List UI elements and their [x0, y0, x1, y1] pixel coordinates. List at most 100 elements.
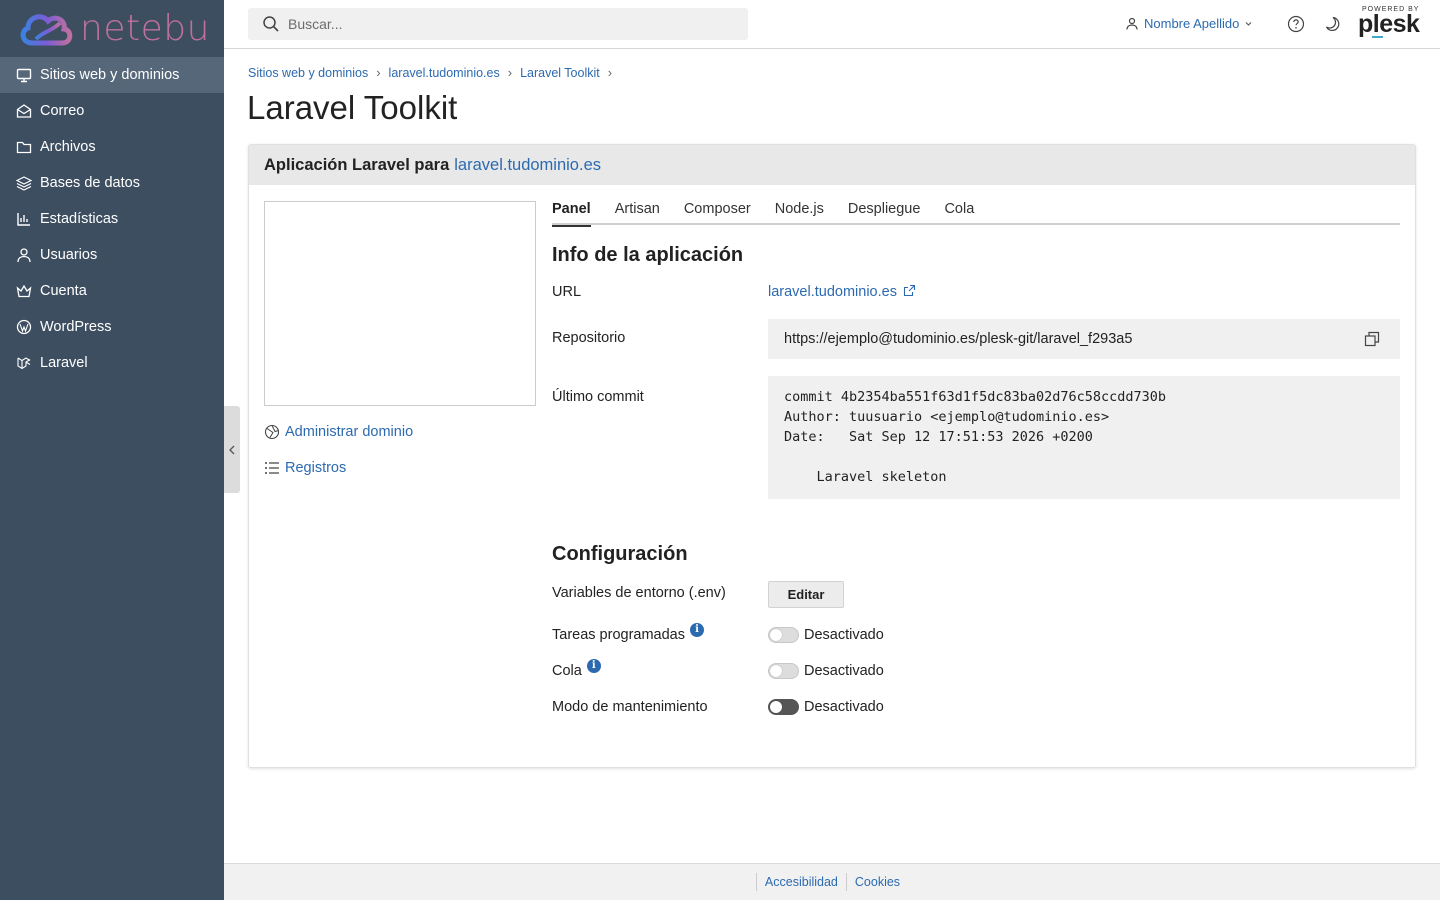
- brand-logo[interactable]: netebu: [0, 0, 224, 57]
- repo-field: https://ejemplo@tudominio.es/plesk-git/l…: [768, 319, 1400, 359]
- copy-icon[interactable]: [1364, 331, 1380, 347]
- logs-label: Registros: [285, 460, 347, 476]
- tab-panel[interactable]: Panel: [552, 201, 591, 227]
- sidebar-item-users[interactable]: Usuarios: [0, 237, 224, 273]
- toggle-knob: [770, 629, 782, 641]
- sidebar-collapse-button[interactable]: [224, 406, 240, 493]
- sidebar-item-label: Correo: [40, 103, 85, 119]
- help-icon: [1287, 15, 1305, 33]
- chevron-right-icon: ›: [507, 65, 513, 80]
- card-header-prefix: Aplicación Laravel para: [264, 155, 450, 174]
- sidebar-item-label: Bases de datos: [40, 175, 140, 191]
- maintenance-label: Modo de mantenimiento: [552, 699, 708, 715]
- scheduled-tasks-text: Tareas programadas: [552, 627, 685, 643]
- tab-deployment[interactable]: Despliegue: [848, 201, 921, 225]
- sidebar-item-laravel[interactable]: Laravel: [0, 345, 224, 381]
- folder-icon: [16, 141, 32, 154]
- sidebar-item-wordpress[interactable]: WordPress: [0, 309, 224, 345]
- url-link[interactable]: laravel.tudominio.es: [768, 284, 916, 300]
- sidebar-item-websites[interactable]: Sitios web y dominios: [0, 57, 224, 93]
- help-button[interactable]: [1287, 15, 1305, 38]
- site-preview-thumbnail[interactable]: [264, 201, 536, 406]
- scheduled-tasks-state: Desactivado: [804, 627, 884, 643]
- queue-label: Cola i: [552, 659, 601, 679]
- tab-nodejs[interactable]: Node.js: [775, 201, 824, 225]
- account-icon: [16, 284, 32, 298]
- sidebar-item-statistics[interactable]: Estadísticas: [0, 201, 224, 237]
- external-link-icon: [903, 284, 916, 297]
- monitor-icon: [16, 68, 32, 83]
- commit-output: commit 4b2354ba551f63d1f5dc83ba02d76c58c…: [768, 376, 1400, 499]
- user-icon: [1126, 17, 1138, 30]
- tab-queue[interactable]: Cola: [944, 201, 974, 225]
- toggle-knob: [770, 701, 782, 713]
- cookies-link[interactable]: Cookies: [847, 875, 908, 889]
- sidebar: netebu Sitios web y dominios Correo Arch…: [0, 0, 224, 900]
- maintenance-toggle-row: Desactivado: [768, 699, 884, 715]
- brand-name: netebu: [80, 7, 210, 49]
- laravel-app-card: Aplicación Laravel para laravel.tudomini…: [248, 144, 1416, 768]
- scheduled-tasks-label: Tareas programadas i: [552, 623, 704, 643]
- dark-mode-toggle[interactable]: [1323, 15, 1341, 38]
- breadcrumb-item-domain[interactable]: laravel.tudominio.es: [389, 66, 500, 80]
- env-label: Variables de entorno (.env): [552, 585, 726, 601]
- footer: Accesibilidad Cookies: [224, 863, 1440, 900]
- queue-toggle-row: Desactivado: [768, 663, 884, 679]
- plesk-logo[interactable]: POWERED BY plesk: [1358, 6, 1420, 38]
- database-icon: [16, 176, 32, 191]
- card-header-domain-link[interactable]: laravel.tudominio.es: [454, 156, 601, 175]
- search-box[interactable]: [248, 8, 748, 40]
- chevron-left-icon: [229, 445, 235, 454]
- list-icon: [265, 462, 279, 474]
- globe-icon: [264, 424, 280, 440]
- top-header: Nombre Apellido POWERED BY plesk: [224, 0, 1440, 49]
- queue-toggle[interactable]: [768, 663, 799, 679]
- breadcrumb: Sitios web y dominios › laravel.tudomini…: [248, 65, 620, 80]
- scheduled-tasks-toggle-row: Desactivado: [768, 627, 884, 643]
- edit-env-button[interactable]: Editar: [768, 581, 844, 608]
- sidebar-item-files[interactable]: Archivos: [0, 129, 224, 165]
- chevron-right-icon: ›: [376, 65, 381, 80]
- page-title: Laravel Toolkit: [247, 89, 458, 126]
- info-icon[interactable]: i: [586, 659, 601, 673]
- queue-text: Cola: [552, 663, 582, 679]
- tab-artisan[interactable]: Artisan: [615, 201, 660, 225]
- manage-domain-link[interactable]: Administrar dominio: [264, 424, 413, 440]
- mail-icon: [16, 104, 32, 118]
- tab-bar: Panel Artisan Composer Node.js Despliegu…: [552, 201, 1400, 227]
- queue-state: Desactivado: [804, 663, 884, 679]
- wordpress-icon: [16, 319, 32, 335]
- toggle-knob: [770, 665, 782, 677]
- chevron-down-icon: [1246, 21, 1252, 26]
- user-name: Nombre Apellido: [1144, 16, 1240, 31]
- search-input[interactable]: [288, 16, 728, 32]
- url-label: URL: [552, 284, 582, 300]
- config-title: Configuración: [552, 543, 688, 565]
- sidebar-item-label: Usuarios: [40, 247, 98, 263]
- app-info-title: Info de la aplicación: [552, 244, 744, 266]
- breadcrumb-item-websites[interactable]: Sitios web y dominios: [248, 66, 368, 80]
- moon-icon: [1325, 16, 1340, 31]
- sidebar-item-mail[interactable]: Correo: [0, 93, 224, 129]
- tab-composer[interactable]: Composer: [684, 201, 751, 225]
- scheduled-tasks-toggle[interactable]: [768, 627, 799, 643]
- user-icon: [17, 248, 31, 263]
- info-icon[interactable]: i: [690, 623, 704, 637]
- maintenance-toggle[interactable]: [768, 699, 799, 715]
- sidebar-item-label: Cuenta: [40, 283, 87, 299]
- logs-link[interactable]: Registros: [264, 460, 346, 476]
- accessibility-link[interactable]: Accesibilidad: [757, 875, 846, 889]
- breadcrumb-item-toolkit[interactable]: Laravel Toolkit: [520, 66, 600, 80]
- maintenance-state: Desactivado: [804, 699, 884, 715]
- sidebar-item-label: Archivos: [40, 139, 96, 155]
- search-icon: [263, 16, 279, 32]
- repo-value: https://ejemplo@tudominio.es/plesk-git/l…: [784, 331, 1133, 347]
- chart-icon: [17, 213, 30, 226]
- sidebar-item-account[interactable]: Cuenta: [0, 273, 224, 309]
- sidebar-item-databases[interactable]: Bases de datos: [0, 165, 224, 201]
- user-menu[interactable]: Nombre Apellido: [1126, 16, 1259, 31]
- sidebar-item-label: Laravel: [40, 355, 88, 371]
- commit-label: Último commit: [552, 389, 644, 405]
- card-header: Aplicación Laravel para laravel.tudomini…: [249, 145, 1415, 185]
- cloud-logo-icon: [20, 13, 73, 45]
